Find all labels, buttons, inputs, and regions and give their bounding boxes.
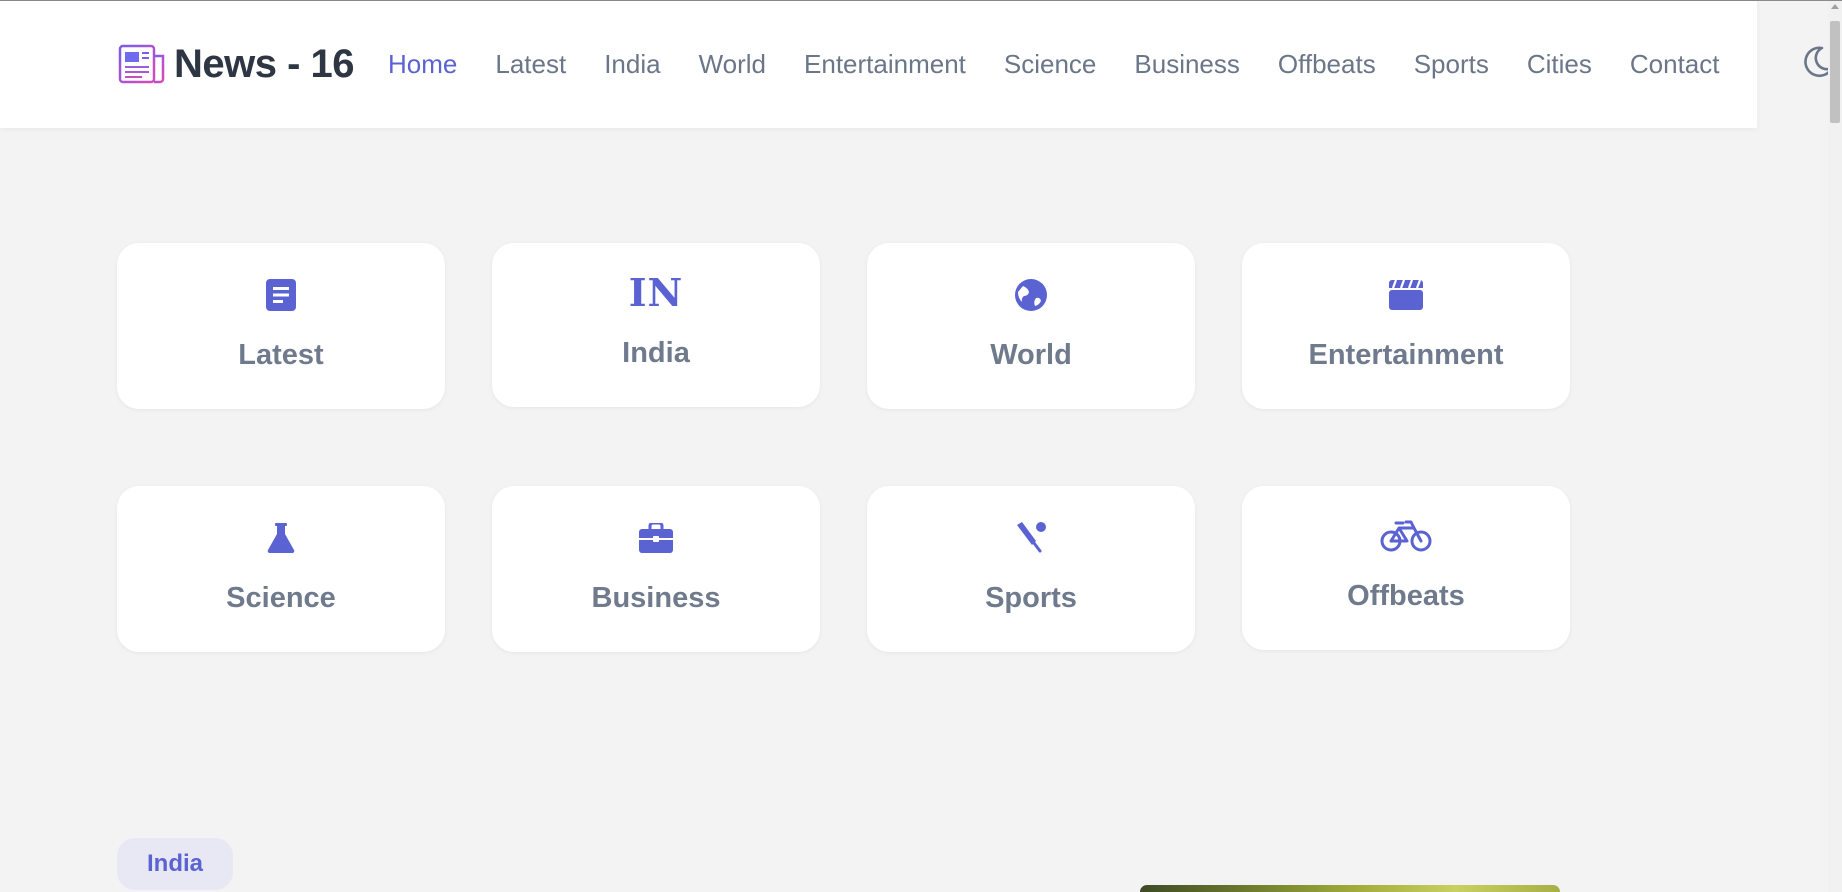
nav-world[interactable]: World: [699, 49, 766, 80]
category-card-india[interactable]: IN India: [492, 243, 820, 407]
category-label: Business: [591, 582, 721, 614]
document-icon: [266, 279, 296, 311]
brand-name: News - 16: [174, 41, 355, 86]
india-icon: IN: [628, 270, 684, 315]
nav-latest[interactable]: Latest: [495, 49, 566, 80]
briefcase-icon: [639, 523, 673, 553]
newspaper-icon: [118, 44, 165, 84]
globe-icon: [1015, 279, 1047, 311]
scroll-up-icon[interactable]: [1831, 4, 1839, 9]
section-tag-india[interactable]: India: [117, 838, 233, 890]
clapperboard-icon: [1389, 280, 1423, 310]
nav-business[interactable]: Business: [1134, 49, 1240, 80]
scrollbar-thumb[interactable]: [1830, 21, 1840, 123]
category-label: Offbeats: [1347, 580, 1465, 612]
flask-icon: [267, 523, 295, 553]
category-label: Science: [226, 582, 336, 614]
nav-entertainment[interactable]: Entertainment: [804, 49, 966, 80]
category-label: World: [990, 339, 1072, 371]
nav-india[interactable]: India: [604, 49, 660, 80]
nav-cities[interactable]: Cities: [1527, 49, 1592, 80]
vertical-scrollbar[interactable]: [1828, 1, 1842, 892]
category-label: India: [622, 337, 690, 369]
category-card-offbeats[interactable]: Offbeats: [1242, 486, 1570, 650]
category-label: Sports: [985, 582, 1077, 614]
category-card-latest[interactable]: Latest: [117, 243, 445, 409]
category-card-science[interactable]: Science: [117, 486, 445, 652]
site-header: News - 16 Home Latest India World Entert…: [0, 1, 1757, 128]
category-card-world[interactable]: World: [867, 243, 1195, 409]
nav-offbeats[interactable]: Offbeats: [1278, 49, 1376, 80]
main-nav: Home Latest India World Entertainment Sc…: [388, 39, 1757, 89]
bicycle-icon: [1380, 520, 1432, 552]
cricket-icon: [1017, 522, 1046, 553]
category-card-business[interactable]: Business: [492, 486, 820, 652]
nav-contact[interactable]: Contact: [1630, 49, 1720, 80]
article-image[interactable]: [1140, 885, 1560, 892]
category-label: Entertainment: [1308, 339, 1504, 371]
nav-home[interactable]: Home: [388, 49, 457, 80]
brand-link[interactable]: News - 16: [118, 36, 355, 92]
category-card-entertainment[interactable]: Entertainment: [1242, 243, 1570, 409]
category-label: Latest: [238, 339, 324, 371]
page: News - 16 Home Latest India World Entert…: [0, 0, 1842, 892]
nav-sports[interactable]: Sports: [1414, 49, 1489, 80]
category-card-sports[interactable]: Sports: [867, 486, 1195, 652]
nav-science[interactable]: Science: [1004, 49, 1097, 80]
